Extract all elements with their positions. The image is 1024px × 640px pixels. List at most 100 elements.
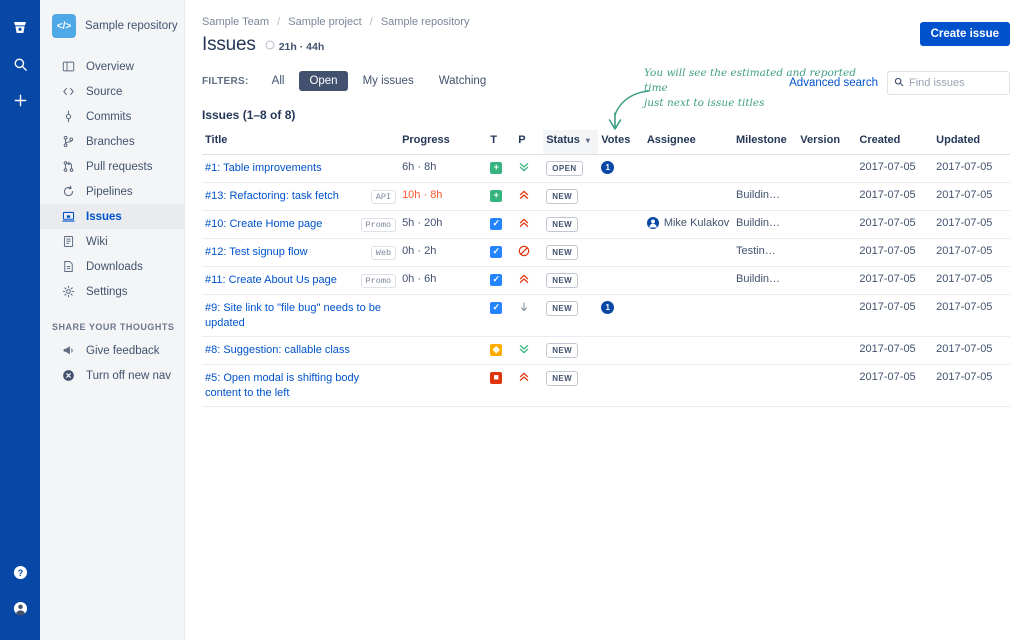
status-badge: NEW: [546, 245, 578, 260]
sidebar-item-wiki[interactable]: Wiki: [40, 229, 184, 254]
table-row[interactable]: #9: Site link to "file bug" needs to be …: [202, 295, 1010, 337]
filter-my-issues[interactable]: My issues: [353, 71, 424, 91]
search-icon: [894, 76, 904, 90]
table-row[interactable]: #12: Test signup flowWeb0h · 2h✓NEWTesti…: [202, 239, 1010, 267]
column-header-created[interactable]: Created: [856, 130, 933, 155]
cell-milestone: [733, 365, 797, 407]
sidebar-item-pull-requests[interactable]: Pull requests: [40, 154, 184, 179]
issue-title-link[interactable]: #9: Site link to "file bug" needs to be …: [205, 302, 381, 329]
issue-type-bug-icon: ■: [490, 372, 502, 384]
column-header-votes[interactable]: Votes: [598, 130, 644, 155]
issue-title-link[interactable]: #12: Test signup flow: [205, 246, 308, 258]
column-header-assignee[interactable]: Assignee: [644, 130, 733, 155]
search-input[interactable]: [909, 77, 1003, 89]
cell-assignee: [644, 337, 733, 365]
breadcrumb-item-team[interactable]: Sample Team: [202, 16, 269, 28]
created-date: 2017-07-05: [859, 343, 915, 355]
issue-title-link[interactable]: #13: Refactoring: task fetch: [205, 190, 339, 202]
column-header-progress[interactable]: Progress: [399, 130, 487, 155]
sidebar-item-give-feedback[interactable]: Give feedback: [40, 338, 184, 363]
cell-votes: [598, 267, 644, 295]
created-date: 2017-07-05: [859, 161, 915, 173]
cell-priority: [515, 295, 543, 337]
status-badge: NEW: [546, 343, 578, 358]
filter-open[interactable]: Open: [299, 71, 347, 91]
bitbucket-logo-icon[interactable]: [6, 14, 34, 42]
sidebar-item-branches[interactable]: Branches: [40, 129, 184, 154]
column-header-type[interactable]: T: [487, 130, 515, 155]
search-icon[interactable]: [6, 50, 34, 78]
cell-milestone: Buildin…: [733, 211, 797, 239]
filter-watching[interactable]: Watching: [429, 71, 497, 91]
cell-status: OPEN: [543, 155, 598, 183]
avatar-icon[interactable]: [6, 594, 34, 622]
cell-updated: 2017-07-05: [933, 267, 1010, 295]
cell-votes: [598, 239, 644, 267]
code-icon: [61, 85, 75, 99]
sidebar-item-pipelines[interactable]: Pipelines: [40, 179, 184, 204]
column-header-status[interactable]: Status ▾: [543, 130, 598, 155]
table-row[interactable]: #13: Refactoring: task fetchAPI10h · 8h+…: [202, 183, 1010, 211]
cell-updated: 2017-07-05: [933, 337, 1010, 365]
cell-updated: 2017-07-05: [933, 211, 1010, 239]
updated-date: 2017-07-05: [936, 161, 992, 173]
filter-all[interactable]: All: [262, 71, 295, 91]
repo-header[interactable]: </> Sample repository: [40, 10, 184, 42]
cell-status: NEW: [543, 211, 598, 239]
issues-table-body: #1: Table improvements6h · 8h+OPEN12017-…: [202, 155, 1010, 407]
sidebar-item-source[interactable]: Source: [40, 79, 184, 104]
cell-status: NEW: [543, 239, 598, 267]
updated-date: 2017-07-05: [936, 189, 992, 201]
table-row[interactable]: #11: Create About Us pagePromo0h · 6h✓NE…: [202, 267, 1010, 295]
issue-tag: Web: [371, 246, 396, 260]
sidebar-item-downloads[interactable]: Downloads: [40, 254, 184, 279]
updated-date: 2017-07-05: [936, 371, 992, 383]
main-content: Create issue Sample Team / Sample projec…: [185, 0, 1024, 640]
plus-icon[interactable]: [6, 86, 34, 114]
cell-votes: [598, 365, 644, 407]
issue-title-link[interactable]: #11: Create About Us page: [205, 274, 337, 286]
cell-title: #12: Test signup flow Web: [202, 239, 399, 267]
issue-title-link[interactable]: #1: Table improvements: [205, 162, 322, 174]
column-header-version[interactable]: Version: [797, 130, 856, 155]
issue-title-link[interactable]: #10: Create Home page: [205, 218, 322, 230]
created-date: 2017-07-05: [859, 273, 915, 285]
bitbucket-issues-page: ? </> Sample repository Ove: [0, 0, 1024, 640]
issue-title-link[interactable]: #5: Open modal is shifting body content …: [205, 372, 359, 399]
sidebar-item-issues[interactable]: Issues: [40, 204, 184, 229]
column-header-updated[interactable]: Updated: [933, 130, 1010, 155]
cell-version: [797, 211, 856, 239]
breadcrumb-item-repository[interactable]: Sample repository: [381, 16, 470, 28]
search-box[interactable]: [887, 71, 1010, 95]
sidebar-item-label: Downloads: [86, 261, 143, 273]
column-header-priority[interactable]: P: [515, 130, 543, 155]
issues-table: Title Progress T P Status ▾ Votes Assign…: [202, 130, 1010, 407]
sidebar-item-settings[interactable]: Settings: [40, 279, 184, 304]
advanced-search-link[interactable]: Advanced search: [789, 77, 878, 89]
sidebar-item-commits[interactable]: Commits: [40, 104, 184, 129]
assignee-name: Mike Kulakov: [664, 217, 729, 229]
cell-progress: 0h · 2h: [399, 239, 487, 267]
create-issue-button[interactable]: Create issue: [920, 22, 1010, 46]
cell-assignee: [644, 239, 733, 267]
table-row[interactable]: #8: Suggestion: callable class◆NEW2017-0…: [202, 337, 1010, 365]
table-row[interactable]: #1: Table improvements6h · 8h+OPEN12017-…: [202, 155, 1010, 183]
commit-icon: [61, 110, 75, 124]
table-row[interactable]: #10: Create Home pagePromo5h · 20h✓NEWMi…: [202, 211, 1010, 239]
table-row[interactable]: #5: Open modal is shifting body content …: [202, 365, 1010, 407]
sidebar-item-turn-off-new-nav[interactable]: Turn off new nav: [40, 363, 184, 388]
cell-type: ✓: [487, 211, 515, 239]
cell-version: [797, 267, 856, 295]
column-header-milestone[interactable]: Milestone: [733, 130, 797, 155]
cell-status: NEW: [543, 267, 598, 295]
cell-type: ✓: [487, 295, 515, 337]
help-icon[interactable]: ?: [6, 558, 34, 586]
cell-title: #5: Open modal is shifting body content …: [202, 365, 399, 407]
issue-title-link[interactable]: #8: Suggestion: callable class: [205, 344, 350, 356]
sidebar-item-overview[interactable]: Overview: [40, 54, 184, 79]
breadcrumb-item-project[interactable]: Sample project: [288, 16, 361, 28]
cell-status: NEW: [543, 365, 598, 407]
cell-votes: [598, 337, 644, 365]
sidebar-item-label: Issues: [86, 211, 122, 223]
column-header-title[interactable]: Title: [202, 130, 399, 155]
